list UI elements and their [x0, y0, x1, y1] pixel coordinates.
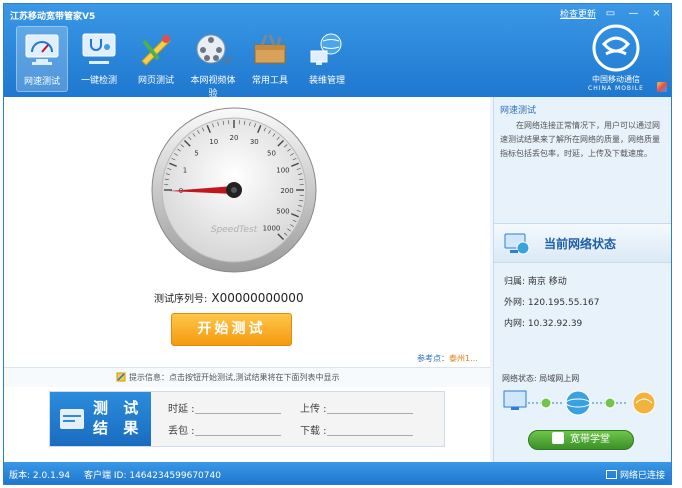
nav-label: 本网视频体验 — [190, 76, 236, 99]
gauge-tick-label: 30 — [250, 138, 259, 146]
toolbox-icon — [254, 34, 286, 64]
brand-name-en: CHINA MOBILE — [588, 85, 644, 92]
version-text: 版本: 2.0.1.94 — [9, 471, 71, 481]
info-title: 网速测试 — [500, 106, 537, 116]
nav-speed-test[interactable]: 网速测试 — [16, 26, 68, 92]
serial-value: X00000000000 — [211, 291, 304, 305]
nav-webpage-test[interactable]: 网页测试 — [130, 26, 182, 92]
computer-icon — [503, 390, 527, 408]
result-title-block: 测 试 结 果 — [50, 392, 151, 446]
download-field: 下载 : — [300, 422, 413, 437]
client-id-text: 客户端 ID: 1464234599670740 — [84, 471, 221, 481]
nav-maintenance[interactable]: 装维管理 — [301, 26, 353, 92]
gauge-tick-label: 20 — [230, 134, 239, 142]
tip-message: 提示信息：点击按钮开始测试,测试结果将在下面列表中显示 — [116, 372, 340, 383]
check-update-link[interactable]: 检查更新 — [560, 7, 596, 20]
download-value — [326, 426, 413, 436]
result-card-icon — [60, 409, 84, 429]
nav-label: 装维管理 — [308, 76, 345, 86]
webpage-test-icon — [141, 35, 171, 66]
network-monitor-icon — [504, 233, 530, 255]
network-state-text: 网络状态: 局域网上网 — [502, 374, 580, 383]
nav-label: 一键检测 — [80, 76, 117, 86]
gauge-tick-label: 200 — [280, 187, 293, 195]
reference-label: 参考点： — [417, 354, 449, 363]
minimize-button[interactable]: — — [625, 7, 642, 20]
packet-loss-label: 丢包 : — [168, 426, 195, 437]
restore-button[interactable]: ▭ — [602, 7, 619, 20]
book-icon — [552, 432, 564, 444]
network-topology-diagram — [503, 390, 656, 416]
right-info-panel: 网速测试 在网络连接正常情况下，用户可以通过网速测试结果来了解所在网络的质量，网… — [493, 97, 671, 462]
nav-label: 网页测试 — [137, 76, 174, 86]
internal-ip-text: 内网: 10.32.92.39 — [504, 319, 583, 329]
gauge-tick-label: 1 — [183, 167, 187, 175]
network-connected-indicator: 网络已连接 — [605, 468, 665, 481]
external-ip-text: 外网: 120.195.55.167 — [504, 298, 600, 308]
check-icon — [540, 397, 552, 409]
result-title-line2: 结 果 — [93, 419, 144, 437]
tip-text: 提示信息：点击按钮开始测试,测试结果将在下面列表中显示 — [129, 373, 340, 382]
broadband-school-label: 宽带学堂 — [570, 434, 610, 445]
main-nav: 网速测试 一键检测 网页测试 本网视频体验 常用工具 装维管理 — [16, 26, 358, 99]
reference-point[interactable]: 参考点：泰州1... — [417, 353, 478, 364]
app-window: 江苏移动宽带管家V5 检查更新 ▭ — × 网速测试 一键检测 网页测试 本网视… — [3, 3, 672, 485]
nav-label: 网速测试 — [23, 77, 60, 87]
broadband-school-button[interactable]: 宽带学堂 — [528, 430, 634, 450]
stethoscope-monitor-icon — [82, 33, 116, 64]
serial-number: 测试序列号: X00000000000 — [154, 290, 304, 305]
start-test-button[interactable]: 开始测试 — [171, 313, 292, 346]
gauge-tick-label: 5 — [194, 150, 198, 158]
skin-icon[interactable] — [657, 82, 667, 92]
speedtest-monitor-icon — [25, 34, 59, 65]
close-button[interactable]: × — [648, 7, 665, 20]
window-controls: 检查更新 ▭ — × — [560, 7, 665, 20]
pencil-info-icon — [116, 372, 126, 382]
nav-label: 常用工具 — [251, 76, 288, 86]
location-text: 归属: 南京 移动 — [504, 277, 567, 287]
download-label: 下载 : — [300, 426, 327, 437]
network-globe-icon — [310, 33, 342, 65]
upload-label: 上传 : — [300, 404, 327, 415]
gauge-tick-label: 1000 — [263, 224, 281, 232]
network-icon — [605, 470, 617, 479]
speed-gauge: 015102030501002005001000 SpeedTest — [151, 107, 317, 273]
latency-value — [194, 404, 281, 414]
gauge-tick-label: 100 — [276, 167, 289, 175]
upload-value — [326, 404, 413, 414]
brand-name-cn: 中国移动通信 — [592, 75, 640, 84]
test-result-box: 测 试 结 果 时延 : 上传 : 丢包 : 下载 : — [49, 391, 445, 447]
speed-test-panel: 015102030501002005001000 SpeedTest 测试序列号… — [4, 97, 490, 462]
upload-field: 上传 : — [300, 400, 413, 415]
top-bar: 江苏移动宽带管家V5 检查更新 ▭ — × 网速测试 一键检测 网页测试 本网视… — [4, 4, 671, 99]
check-icon — [604, 397, 616, 409]
packet-loss-field: 丢包 : — [168, 422, 281, 437]
globe-icon — [565, 390, 591, 416]
nav-one-click-check[interactable]: 一键检测 — [73, 26, 125, 92]
film-reel-icon — [196, 34, 232, 64]
packet-loss-value — [194, 426, 281, 436]
network-status-title: 当前网络状态 — [544, 237, 617, 251]
result-title: 测 试 结 果 — [93, 398, 143, 438]
gauge-tick-label: 50 — [267, 150, 276, 158]
nav-common-tools[interactable]: 常用工具 — [244, 26, 296, 92]
gauge-label: SpeedTest — [211, 225, 258, 235]
china-mobile-logo-icon — [592, 24, 640, 72]
network-status-header: 当前网络状态 — [494, 223, 671, 263]
status-bar: 版本: 2.0.1.94 客户端 ID: 1464234599670740 网络… — [4, 462, 671, 484]
result-title-line1: 测 试 — [93, 399, 144, 417]
reference-city: 泰州1... — [449, 354, 478, 363]
latency-label: 时延 : — [168, 404, 195, 415]
serial-label: 测试序列号: — [154, 294, 208, 305]
info-description: 在网络连接正常情况下，用户可以通过网速测试结果来了解所在网络的质量，网络质量指标… — [500, 121, 660, 158]
latency-field: 时延 : — [168, 400, 281, 415]
app-title: 江苏移动宽带管家V5 — [10, 12, 96, 22]
network-connected-text: 网络已连接 — [619, 471, 665, 481]
nav-video-experience[interactable]: 本网视频体验 — [187, 26, 239, 99]
china-mobile-brand: 中国移动通信 CHINA MOBILE — [576, 24, 656, 92]
gauge-tick-label: 500 — [276, 207, 289, 215]
tip-bar: 提示信息：点击按钮开始测试,测试结果将在下面列表中显示 — [4, 367, 490, 387]
gauge-tick-label: 10 — [209, 138, 218, 146]
